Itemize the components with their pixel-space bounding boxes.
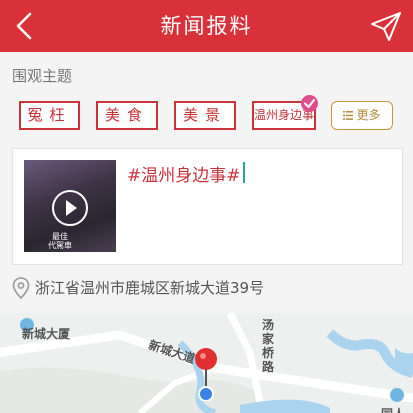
post-editor[interactable]: 最佳 代駕車 #温州身边事# (12, 148, 403, 265)
tag-scenery[interactable]: 美景 (174, 101, 236, 130)
tag-wrongful[interactable]: 冤枉 (19, 101, 80, 130)
top-bar: 新闻报料 (0, 0, 413, 52)
map-view[interactable]: 新城大厦 新城大道 汤家桥路 同人 (0, 313, 413, 413)
video-caption: 最佳 代駕車 (48, 232, 72, 250)
map-label-road-2: 汤家桥路 (262, 318, 275, 374)
location-row[interactable]: 浙江省温州市鹿城区新城大道39号 (12, 275, 412, 299)
play-icon[interactable] (52, 190, 88, 226)
topic-section-label: 围观主题 (12, 67, 73, 85)
tag-food[interactable]: 美食 (96, 101, 158, 130)
map-label-building-2: 同人 (381, 405, 405, 413)
map-pin-icon (195, 348, 217, 401)
list-icon (343, 111, 354, 120)
more-label: 更多 (356, 108, 381, 122)
selected-check-icon (301, 95, 318, 112)
video-caption-line2: 代駕車 (48, 241, 72, 250)
location-address: 浙江省温州市鹿城区新城大道39号 (35, 279, 265, 297)
text-cursor (243, 162, 245, 183)
send-icon[interactable] (369, 10, 403, 42)
video-caption-line1: 最佳 (52, 232, 68, 241)
video-thumbnail[interactable]: 最佳 代駕車 (24, 160, 116, 252)
page-title: 新闻报料 (160, 14, 253, 38)
location-pin-icon (12, 277, 30, 299)
more-topics-button[interactable]: 更多 (331, 101, 393, 130)
post-text[interactable]: #温州身边事# (127, 161, 241, 186)
map-label-building: 新城大厦 (22, 327, 71, 341)
